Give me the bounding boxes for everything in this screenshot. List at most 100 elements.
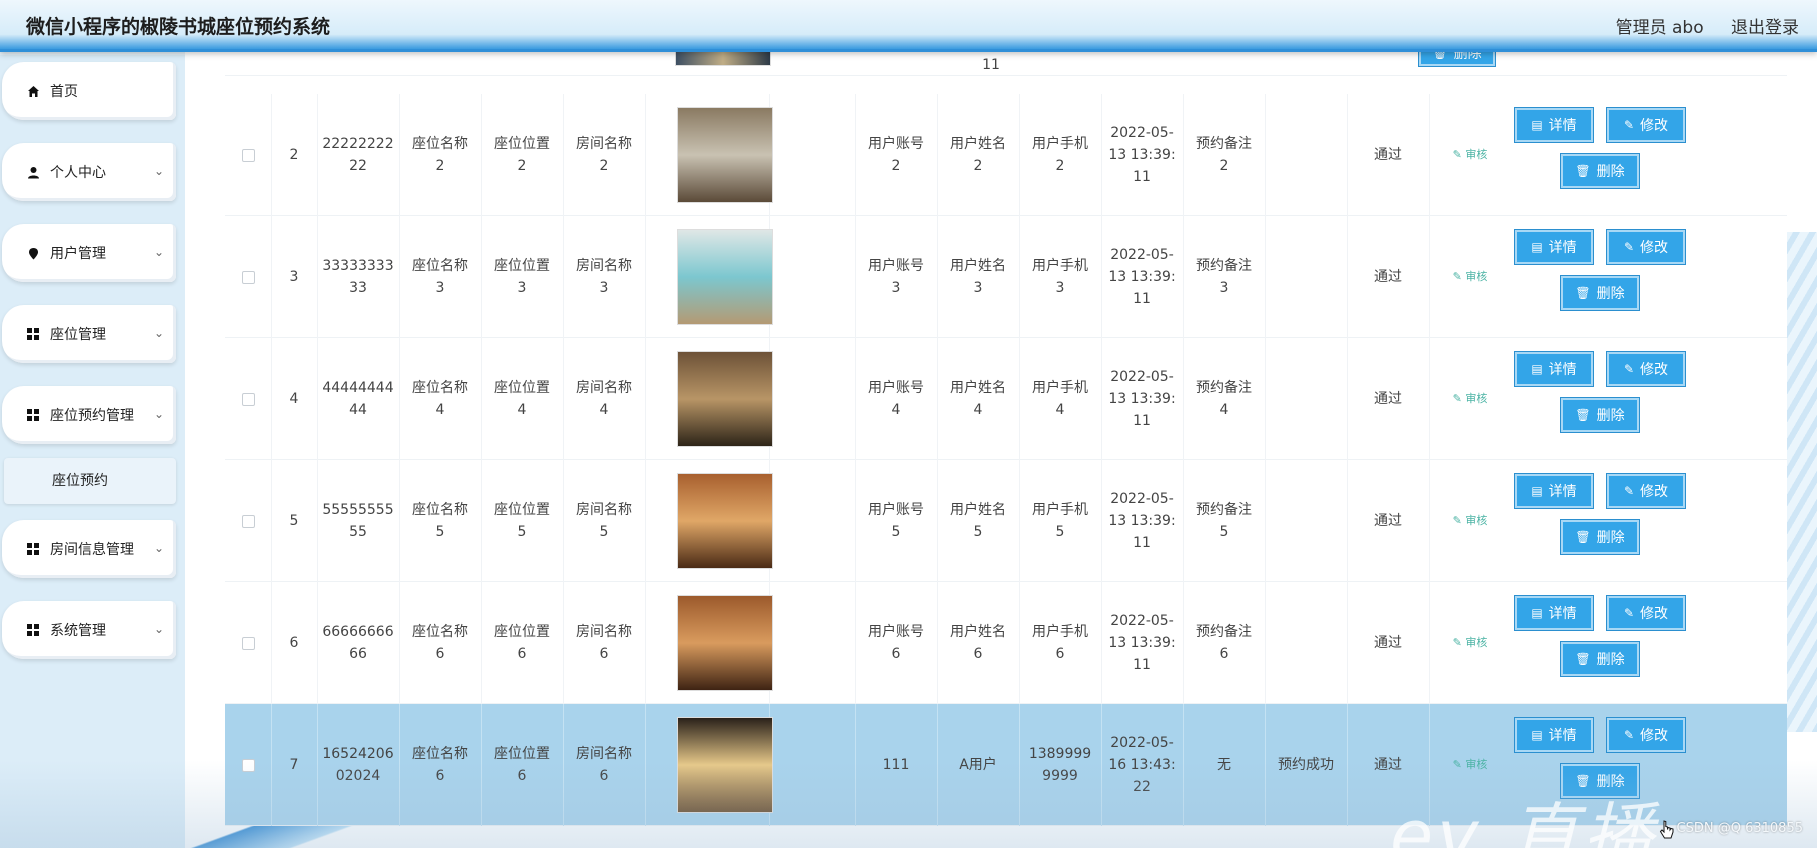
image-cell bbox=[677, 94, 773, 216]
edit-button[interactable]: ✎ 修改 bbox=[1607, 230, 1685, 264]
approve-link[interactable]: ✎ 审核 bbox=[1453, 632, 1488, 654]
row-checkbox[interactable] bbox=[241, 514, 255, 528]
remark-cell: 预约备注 4 bbox=[1196, 380, 1252, 418]
edit-button[interactable]: ✎ 修改 bbox=[1607, 596, 1685, 630]
row-checkbox-cell bbox=[225, 582, 271, 704]
seat-name-cell: 座位名称 5 bbox=[412, 502, 468, 540]
approve-link[interactable]: ✎ 审核 bbox=[1453, 510, 1488, 532]
pencil-icon: ✎ bbox=[1452, 392, 1466, 405]
review-result-cell: 通过 bbox=[1374, 391, 1402, 407]
sidebar-item-seat-management[interactable]: 座位管理 ⌄ bbox=[2, 305, 176, 363]
sidebar-item-home[interactable]: 首页 bbox=[2, 62, 176, 120]
sidebar-item-room-info-management[interactable]: 房间信息管理 ⌄ bbox=[2, 520, 176, 578]
detail-button[interactable]: ▤ 详情 bbox=[1515, 108, 1593, 142]
delete-button[interactable]: 🗑删除 bbox=[1561, 276, 1639, 310]
status-cell bbox=[1265, 94, 1347, 216]
detail-button[interactable]: ▤ 详情 bbox=[1515, 352, 1593, 386]
remark-cell: 预约备注 3 bbox=[1196, 258, 1252, 296]
logout-link[interactable]: 退出登录 bbox=[1731, 18, 1799, 38]
index-cell: 5 bbox=[289, 513, 299, 529]
detail-button[interactable]: ▤ 详情 bbox=[1515, 718, 1593, 752]
user-phone-cell: 用户手机 2 bbox=[1032, 136, 1088, 174]
trash-icon: 🗑 bbox=[1575, 286, 1591, 300]
table-row[interactable]: 6 66666666 66 座位名称 6 座位位置 6 房间名称 6 用户账号 6 用户姓名… bbox=[225, 582, 1787, 704]
index-cell: 6 bbox=[289, 635, 299, 651]
pin-icon bbox=[26, 246, 40, 260]
table-row[interactable]: 3 33333333 33 座位名称 3 座位位置 3 房间名称 3 用户账号 3 用户姓名… bbox=[225, 216, 1787, 338]
row-checkbox-cell bbox=[225, 338, 271, 460]
detail-button[interactable]: ▤ 详情 bbox=[1515, 230, 1593, 264]
index-cell: 2 bbox=[289, 147, 299, 163]
seat-name-cell: 座位名称 6 bbox=[412, 624, 468, 662]
user-account-cell: 用户账号 6 bbox=[868, 624, 924, 662]
edit-button[interactable]: ✎ 修改 bbox=[1607, 352, 1685, 386]
status-cell bbox=[1265, 216, 1347, 338]
order-number-cell: 22222222 22 bbox=[322, 136, 394, 174]
admin-label[interactable]: 管理员 abo bbox=[1616, 18, 1704, 38]
pencil-icon: ✎ bbox=[1623, 118, 1635, 132]
edit-button[interactable]: ✎ 修改 bbox=[1607, 474, 1685, 508]
document-icon: ▤ bbox=[1531, 728, 1543, 742]
user-name-cell: 用户姓名 2 bbox=[950, 136, 1006, 174]
main-content: 11 🗑 删除 2 22222222 22 座位名称 2 座位位置 2 房间名称 2 用户账… bbox=[185, 52, 1817, 848]
approve-cell: ✎ 审核 bbox=[1429, 338, 1511, 460]
image-cell bbox=[677, 216, 773, 338]
delete-button[interactable]: 🗑删除 bbox=[1419, 52, 1495, 66]
sidebar-item-seat-reservation-management[interactable]: 座位预约管理 ⌄ bbox=[2, 386, 176, 444]
sidebar-item-system-management[interactable]: 系统管理 ⌄ bbox=[2, 601, 176, 659]
image-cell bbox=[677, 338, 773, 460]
approve-link[interactable]: ✎ 审核 bbox=[1453, 266, 1488, 288]
table-row[interactable]: 2 22222222 22 座位名称 2 座位位置 2 房间名称 2 用户账号 2 用户姓名… bbox=[225, 94, 1787, 216]
seat-thumbnail bbox=[677, 473, 773, 569]
pencil-icon: ✎ bbox=[1452, 514, 1466, 527]
delete-button[interactable]: 🗑删除 bbox=[1561, 154, 1639, 188]
approve-link[interactable]: ✎ 审核 bbox=[1453, 388, 1488, 410]
sidebar-item-user-management[interactable]: 用户管理 ⌄ bbox=[2, 224, 176, 282]
sidebar-subitem-seat-reservation[interactable]: 座位预约 bbox=[4, 458, 176, 504]
grid-icon bbox=[26, 408, 40, 422]
edit-button[interactable]: ✎ 修改 bbox=[1607, 108, 1685, 142]
trash-icon: 🗑 bbox=[1575, 652, 1591, 666]
reservation-time-cell: 2022-05- 13 13:39: 11 bbox=[1108, 247, 1176, 307]
sidebar-item-label: 房间信息管理 bbox=[50, 542, 134, 558]
row-checkbox[interactable] bbox=[241, 148, 255, 162]
pencil-icon: ✎ bbox=[1452, 148, 1466, 161]
delete-button[interactable]: 🗑删除 bbox=[1561, 398, 1639, 432]
approve-link[interactable]: ✎ 审核 bbox=[1453, 144, 1488, 166]
seat-name-cell: 座位名称 4 bbox=[412, 380, 468, 418]
sidebar-item-personal-center[interactable]: 个人中心 ⌄ bbox=[2, 143, 176, 201]
seat-thumbnail bbox=[677, 595, 773, 691]
row-checkbox[interactable] bbox=[241, 392, 255, 406]
detail-button[interactable]: ▤ 详情 bbox=[1515, 474, 1593, 508]
chevron-down-icon: ⌄ bbox=[153, 326, 164, 340]
row-checkbox[interactable] bbox=[241, 636, 255, 650]
detail-button[interactable]: ▤ 详情 bbox=[1515, 596, 1593, 630]
table-row[interactable]: 4 44444444 44 座位名称 4 座位位置 4 房间名称 4 用户账号 4 用户姓名… bbox=[225, 338, 1787, 460]
row-checkbox-cell bbox=[225, 460, 271, 582]
room-name-cell: 房间名称 2 bbox=[576, 136, 632, 174]
index-cell: 4 bbox=[289, 391, 299, 407]
document-icon: ▤ bbox=[1531, 240, 1543, 254]
grid-icon bbox=[26, 623, 40, 637]
trash-icon: 🗑 bbox=[1575, 408, 1591, 422]
delete-button[interactable]: 🗑删除 bbox=[1561, 642, 1639, 676]
approve-cell: ✎ 审核 bbox=[1429, 94, 1511, 216]
delete-button[interactable]: 🗑删除 bbox=[1561, 520, 1639, 554]
seat-thumbnail bbox=[677, 107, 773, 203]
reservation-time-cell: 2022-05- 13 13:39: 11 bbox=[1108, 125, 1176, 185]
user-phone-cell: 用户手机 6 bbox=[1032, 624, 1088, 662]
room-name-cell: 房间名称 5 bbox=[576, 502, 632, 540]
image-cell bbox=[677, 460, 773, 582]
chevron-down-icon: ⌄ bbox=[153, 407, 164, 421]
reservation-time-cell: 2022-05- 13 13:39: 11 bbox=[1108, 613, 1176, 673]
row-checkbox[interactable] bbox=[241, 270, 255, 284]
trash-icon: 🗑 bbox=[1432, 52, 1448, 60]
app-title: 微信小程序的椒陵书城座位预约系统 bbox=[26, 16, 331, 38]
sidebar-item-label: 用户管理 bbox=[50, 246, 106, 262]
user-name-cell: 用户姓名 4 bbox=[950, 380, 1006, 418]
table-row[interactable]: 5 55555555 55 座位名称 5 座位位置 5 房间名称 5 用户账号 5 用户姓名… bbox=[225, 460, 1787, 582]
order-number-cell: 55555555 55 bbox=[322, 502, 394, 540]
edit-button[interactable]: ✎ 修改 bbox=[1607, 718, 1685, 752]
order-number-cell: 44444444 44 bbox=[322, 380, 394, 418]
chevron-down-icon: ⌄ bbox=[153, 541, 164, 555]
